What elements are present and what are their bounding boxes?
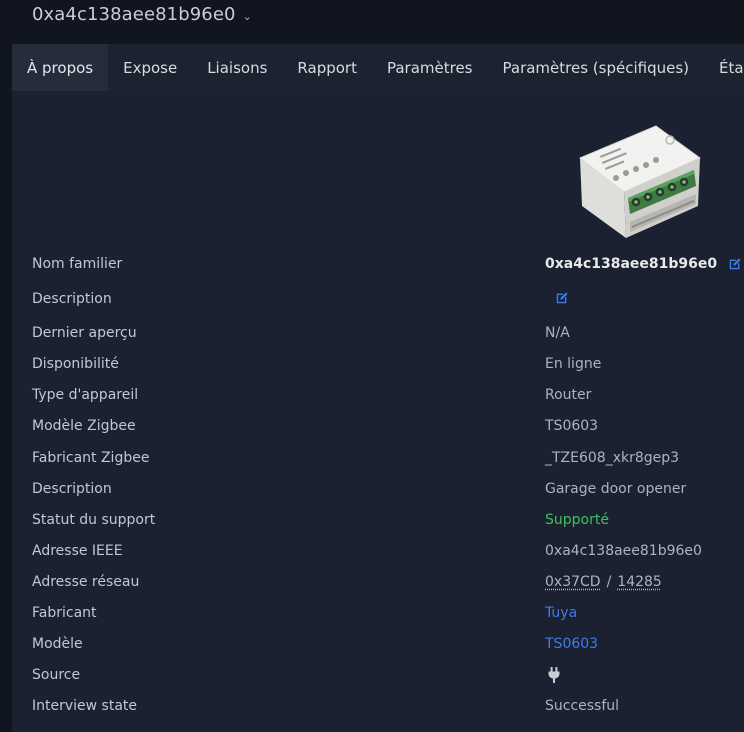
tab-reporting[interactable]: Rapport — [282, 44, 372, 91]
source-value — [545, 667, 561, 683]
description-label: Description — [32, 481, 112, 497]
edit-description-icon[interactable] — [555, 291, 569, 305]
description-edit-label: Description — [32, 291, 112, 307]
last-seen-value: N/A — [545, 325, 570, 341]
power-plug-icon — [548, 667, 560, 683]
model-label: Modèle — [32, 636, 83, 652]
ieee-address-label: Adresse IEEE — [32, 543, 123, 559]
row-description: Description Garage door opener — [0, 481, 744, 501]
description-edit-value — [545, 291, 569, 305]
device-type-label: Type d'appareil — [32, 387, 139, 403]
friendly-name-text: 0xa4c138aee81b96e0 — [545, 256, 718, 272]
row-last-seen: Dernier aperçu N/A — [0, 325, 744, 345]
row-model: Modèle TS0603 — [0, 636, 744, 656]
row-zigbee-manufacturer: Fabricant Zigbee _TZE608_xkr8gep3 — [0, 450, 744, 470]
network-address-label: Adresse réseau — [32, 574, 140, 590]
network-address-value: 0x37CD / 14285 — [545, 574, 662, 590]
device-selector[interactable]: 0xa4c138aee81b96e0 ⌄ — [32, 4, 252, 25]
row-availability: Disponibilité En ligne — [0, 356, 744, 376]
manufacturer-link[interactable]: Tuya — [545, 605, 577, 621]
row-source: Source — [0, 667, 744, 687]
row-device-type: Type d'appareil Router — [0, 387, 744, 407]
device-title: 0xa4c138aee81b96e0 — [32, 4, 236, 25]
row-friendly-name: Nom familier 0xa4c138aee81b96e0 — [0, 256, 744, 276]
last-seen-label: Dernier aperçu — [32, 325, 137, 341]
tab-expose[interactable]: Expose — [108, 44, 192, 91]
network-address-separator: / — [606, 574, 612, 590]
interview-state-label: Interview state — [32, 698, 138, 714]
row-manufacturer: Fabricant Tuya — [0, 605, 744, 625]
tab-settings-specific[interactable]: Paramètres (spécifiques) — [488, 44, 705, 91]
model-value: TS0603 — [545, 636, 598, 652]
page-header: 0xa4c138aee81b96e0 ⌄ — [0, 0, 744, 36]
model-link[interactable]: TS0603 — [545, 636, 598, 652]
network-address-hex: 0x37CD — [545, 574, 601, 590]
row-interview-state: Interview state Successful — [0, 698, 744, 718]
device-image — [579, 125, 701, 238]
manufacturer-value: Tuya — [545, 605, 577, 621]
zigbee-model-label: Modèle Zigbee — [32, 418, 136, 434]
source-label: Source — [32, 667, 81, 683]
tab-about[interactable]: À propos — [12, 44, 109, 91]
support-status-value: Supporté — [545, 512, 609, 528]
friendly-name-value: 0xa4c138aee81b96e0 — [545, 256, 742, 272]
row-zigbee-model: Modèle Zigbee TS0603 — [0, 418, 744, 438]
support-status-label: Statut du support — [32, 512, 156, 528]
ieee-address-value: 0xa4c138aee81b96e0 — [545, 543, 702, 559]
tab-bindings[interactable]: Liaisons — [192, 44, 282, 91]
description-value: Garage door opener — [545, 481, 687, 497]
availability-value: En ligne — [545, 356, 602, 372]
row-description-edit: Description — [0, 291, 744, 311]
row-ieee-address: Adresse IEEE 0xa4c138aee81b96e0 — [0, 543, 744, 563]
manufacturer-label: Fabricant — [32, 605, 97, 621]
zigbee-manufacturer-value: _TZE608_xkr8gep3 — [545, 450, 680, 466]
interview-state-value: Successful — [545, 698, 620, 714]
tab-settings[interactable]: Paramètres — [372, 44, 488, 91]
row-network-address: Adresse réseau 0x37CD / 14285 — [0, 574, 744, 594]
friendly-name-label: Nom familier — [32, 256, 123, 272]
zigbee-manufacturer-label: Fabricant Zigbee — [32, 450, 150, 466]
tab-state[interactable]: État — [704, 44, 744, 91]
availability-label: Disponibilité — [32, 356, 119, 372]
network-address-dec: 14285 — [617, 574, 662, 590]
support-status-badge: Supporté — [545, 512, 609, 528]
chevron-down-icon: ⌄ — [242, 9, 252, 23]
edit-friendly-name-icon[interactable] — [728, 257, 742, 271]
device-type-value: Router — [545, 387, 592, 403]
zigbee-model-value: TS0603 — [545, 418, 599, 434]
row-support-status: Statut du support Supporté — [0, 512, 744, 532]
tab-bar: À propos Expose Liaisons Rapport Paramèt… — [12, 44, 744, 91]
